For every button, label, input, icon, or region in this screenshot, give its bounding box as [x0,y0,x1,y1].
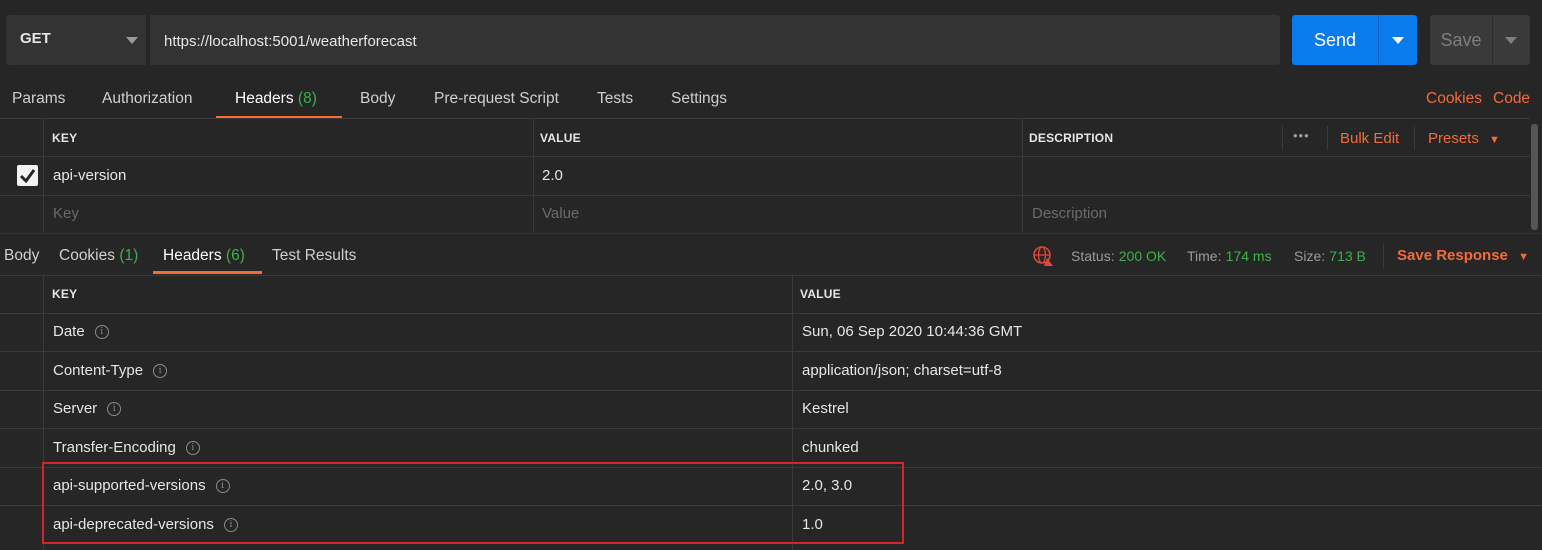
info-icon: i [153,364,168,379]
cookies-link[interactable]: Cookies [1426,90,1482,108]
response-header-value: Kestrel [802,400,849,417]
time-value: 174 ms [1225,248,1272,264]
method-label: GET [20,30,51,47]
tab-settings[interactable]: Settings [671,90,727,108]
globe-warning-icon[interactable] [1032,245,1054,271]
response-header-key: Server i [53,400,122,417]
url-input[interactable] [162,15,1266,67]
response-header-value: chunked [802,439,859,456]
size-readout: Size: 713 B [1294,248,1366,264]
response-header-key: Content-Type i [53,362,168,379]
method-select[interactable]: GET [6,15,146,65]
status-value: 200 OK [1118,248,1167,264]
response-header-value: Sun, 06 Sep 2020 10:44:36 GMT [802,323,1023,340]
save-label: Save [1440,30,1482,50]
code-link[interactable]: Code [1493,90,1530,108]
send-options-chevron-icon[interactable] [1392,37,1404,44]
highlight-box [42,462,904,544]
response-header-key: Transfer-Encoding i [53,439,200,456]
size-value: 713 B [1329,248,1366,264]
tab-pre-request-script[interactable]: Pre-request Script [434,90,559,108]
send-label: Send [1313,30,1357,50]
info-icon: i [94,325,109,340]
save-options-chevron-icon[interactable] [1505,37,1517,44]
response-column-key: KEY [52,287,78,301]
response-active-tab-indicator [153,271,262,274]
save-response-dropdown[interactable]: Save Response ▼ [1397,247,1529,264]
request-header-key[interactable]: api-version [53,167,126,184]
tab-body[interactable]: Body [360,90,395,108]
headers-count: (8) [297,90,317,107]
bulk-edit-link[interactable]: Bulk Edit [1340,130,1399,147]
more-options-icon[interactable]: ••• [1293,128,1310,143]
presets-dropdown[interactable]: Presets ▼ [1428,130,1500,147]
response-header-value: application/json; charset=utf-8 [802,362,1002,379]
caret-down-icon: ▼ [1518,251,1529,263]
response-tab-cookies[interactable]: Cookies (1) [59,247,138,265]
check-icon [19,169,36,184]
request-header-value[interactable]: 2.0 [542,167,563,184]
info-icon: i [107,402,122,417]
save-button[interactable]: Save [1430,15,1530,65]
info-icon: i [185,441,200,456]
time-readout: Time: 174 ms [1187,248,1272,264]
new-key-input[interactable]: Key [53,205,79,222]
response-tab-body[interactable]: Body [4,247,39,265]
tab-tests[interactable]: Tests [597,90,633,108]
new-value-input[interactable]: Value [542,205,579,222]
response-column-value: VALUE [800,287,841,301]
response-tab-headers[interactable]: Headers (6) [163,247,245,265]
scrollbar[interactable] [1531,124,1538,230]
tab-authorization[interactable]: Authorization [102,90,192,108]
tab-headers[interactable]: Headers (8) [235,90,317,108]
status-readout: Status: 200 OK [1071,248,1167,264]
column-description: DESCRIPTION [1029,131,1114,145]
column-value: VALUE [540,131,581,145]
url-bar[interactable] [150,15,1280,67]
tab-params[interactable]: Params [12,90,65,108]
response-tab-test-results[interactable]: Test Results [272,247,356,265]
response-header-key: Date i [53,323,109,340]
caret-down-icon: ▼ [1489,134,1500,146]
send-button[interactable]: Send [1292,15,1417,65]
header-enabled-checkbox[interactable] [17,165,38,186]
new-description-input[interactable]: Description [1032,205,1107,222]
column-key: KEY [52,131,78,145]
chevron-down-icon [126,37,138,44]
